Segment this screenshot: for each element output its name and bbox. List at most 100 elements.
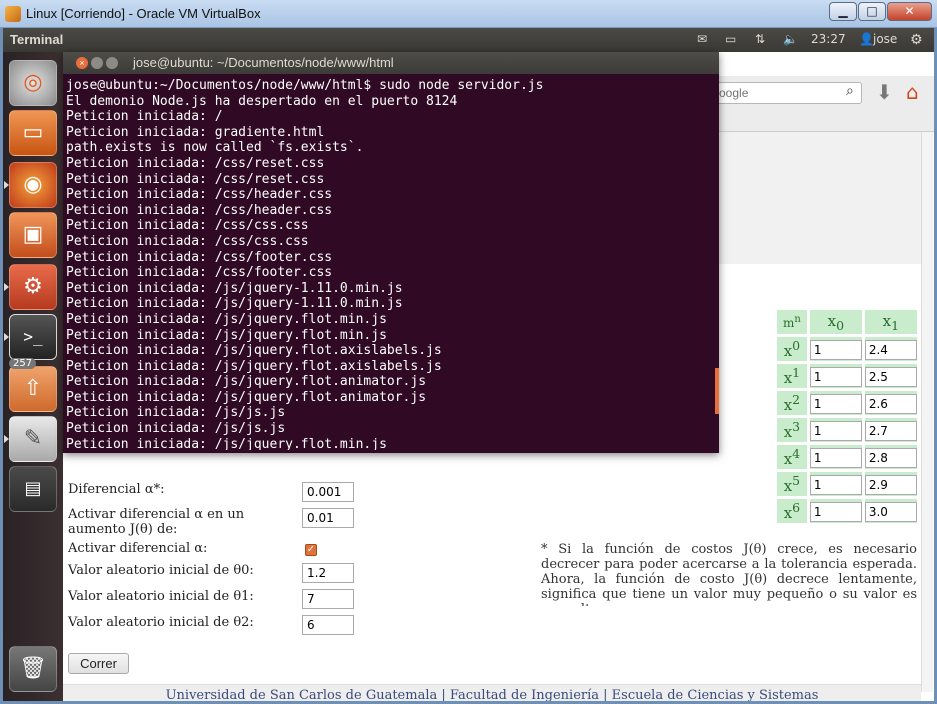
terminal-close-button[interactable]: × <box>76 57 88 69</box>
theta2-label: Valor aleatorio inicial de θ2: <box>68 615 254 630</box>
terminal-line: Peticion iniciada: /js/jquery.flot.min.j… <box>66 311 387 327</box>
theta1-input[interactable] <box>302 589 354 609</box>
clock[interactable]: 23:27 <box>811 32 846 46</box>
network-icon[interactable]: ⇅ <box>755 32 765 46</box>
matrix-cell[interactable] <box>809 339 862 360</box>
user-name[interactable]: jose <box>873 32 897 46</box>
matrix-cell[interactable] <box>809 474 862 495</box>
theta1-label: Valor aleatorio inicial de θ1: <box>68 589 254 604</box>
matrix-cell[interactable] <box>809 393 862 414</box>
software-center-icon[interactable]: ▣ <box>9 212 57 258</box>
user-icon: 👤 <box>859 32 874 46</box>
terminal-line: path.exists is now called `fs.exists`. <box>66 140 364 156</box>
matrix-corner: mn <box>777 310 807 334</box>
terminal-line: jose@ubuntu:~/Documentos/node/www/html$ … <box>66 78 544 93</box>
terminal-minimize-button[interactable] <box>91 57 103 69</box>
terminal-line: Peticion iniciada: /css/reset.css <box>66 155 325 171</box>
search-input[interactable] <box>714 82 862 104</box>
close-button[interactable]: ✕ <box>887 2 932 21</box>
terminal-titlebar[interactable]: × jose@ubuntu: ~/Documentos/node/www/htm… <box>63 52 719 74</box>
terminal-maximize-button[interactable] <box>106 57 118 69</box>
aumento-label: Activar diferencial α en un aumento J(θ)… <box>68 507 245 537</box>
maximize-button[interactable]: □ <box>858 2 886 21</box>
terminal-scrollbar[interactable] <box>715 368 719 414</box>
trash-icon[interactable]: 🗑 <box>9 646 57 692</box>
dash-home-icon[interactable]: ◎ <box>9 60 57 106</box>
top-panel: Terminal ✉ ▭ ⇅ 🔈 23:27 👤 jose ⚙ <box>3 28 934 52</box>
matrix-row-label: x3 <box>777 418 807 442</box>
terminal-line: Peticion iniciada: /js/jquery.flot.min.j… <box>66 327 387 343</box>
vertical-scrollbar[interactable] <box>921 132 933 692</box>
terminal-output[interactable]: jose@ubuntu:~/Documentos/node/www/html$ … <box>66 78 716 450</box>
terminal-line: Peticion iniciada: / <box>66 109 223 125</box>
theta2-input[interactable] <box>302 615 354 635</box>
matrix-cell[interactable] <box>864 339 917 360</box>
matrix-cell[interactable] <box>864 393 917 414</box>
terminal-line: Peticion iniciada: /css/footer.css <box>66 265 333 281</box>
workspace-switcher-icon[interactable]: ▤ <box>9 466 57 512</box>
terminal-line: Peticion iniciada: gradiente.html <box>66 124 325 140</box>
matrix-cell[interactable] <box>864 366 917 387</box>
matrix-row-label: x6 <box>777 499 807 523</box>
terminal-line: Peticion iniciada: /js/js.js <box>66 405 286 421</box>
settings-icon[interactable]: ⚙ <box>910 32 923 48</box>
matrix-cell[interactable] <box>809 447 862 468</box>
terminal-window[interactable]: × jose@ubuntu: ~/Documentos/node/www/htm… <box>63 52 719 453</box>
terminal-icon[interactable]: >_ <box>9 314 57 360</box>
update-manager-icon[interactable]: ⇧ <box>9 366 57 412</box>
cost-note: * Si la función de costos J(θ) crece, es… <box>541 542 917 606</box>
minimize-button[interactable]: ▁ <box>829 2 857 21</box>
mail-icon[interactable]: ✉ <box>697 32 707 46</box>
volume-icon[interactable]: 🔈 <box>783 32 798 46</box>
terminal-line: Peticion iniciada: /css/css.css <box>66 218 309 234</box>
matrix-cell[interactable] <box>864 501 917 522</box>
matrix-row-label: x4 <box>777 445 807 469</box>
matrix-header-x0: x0 <box>809 310 862 334</box>
terminal-line: Peticion iniciada: /js/js.js <box>66 421 286 437</box>
diff-alpha-label: Diferencial α*: <box>68 482 165 497</box>
firefox-icon[interactable]: ◉ <box>9 162 57 208</box>
update-badge: 257 <box>9 358 37 369</box>
matrix-cell[interactable] <box>809 420 862 441</box>
download-icon[interactable]: ⬇ <box>876 80 893 104</box>
diff-alpha-input[interactable] <box>302 482 354 502</box>
battery-icon[interactable]: ▭ <box>725 32 736 46</box>
home-icon[interactable]: ⌂ <box>906 80 919 104</box>
running-indicator <box>4 435 9 443</box>
matrix-cell[interactable] <box>809 366 862 387</box>
matrix-cell[interactable] <box>809 501 862 522</box>
terminal-line: Peticion iniciada: /css/footer.css <box>66 249 333 265</box>
vm-screen: Terminal ✉ ▭ ⇅ 🔈 23:27 👤 jose ⚙ ◎ ▭ ◉ ▣ … <box>3 28 934 701</box>
activar-diff-checkbox[interactable]: ✓ <box>305 544 317 556</box>
terminal-line: Peticion iniciada: /js/jquery.flot.min.j… <box>66 436 387 450</box>
virtualbox-icon <box>5 6 21 22</box>
matrix-cell[interactable] <box>864 447 917 468</box>
terminal-line: Peticion iniciada: /css/header.css <box>66 202 333 218</box>
matrix-cell[interactable] <box>864 420 917 441</box>
terminal-line: Peticion iniciada: /css/reset.css <box>66 171 325 187</box>
terminal-line: El demonio Node.js ha despertado en el p… <box>66 93 458 109</box>
system-settings-icon[interactable]: ⚙ <box>9 264 57 310</box>
files-icon[interactable]: ▭ <box>9 110 57 156</box>
matrix-row-label: x1 <box>777 364 807 388</box>
search-icon[interactable]: ⌕ <box>846 83 854 99</box>
active-app-name: Terminal <box>10 32 64 47</box>
run-button[interactable]: Correr <box>68 653 129 674</box>
page-footer: Universidad de San Carlos de Guatemala |… <box>63 684 921 701</box>
terminal-line: Peticion iniciada: /css/css.css <box>66 233 309 249</box>
terminal-line: Peticion iniciada: /js/jquery-1.11.0.min… <box>66 280 403 296</box>
terminal-line: Peticion iniciada: /js/jquery.flot.axisl… <box>66 343 442 359</box>
terminal-line: Peticion iniciada: /css/header.css <box>66 187 333 203</box>
theta0-label: Valor aleatorio inicial de θ0: <box>68 563 254 578</box>
terminal-line: Peticion iniciada: /js/jquery.flot.anima… <box>66 374 427 390</box>
theta0-input[interactable] <box>302 563 354 583</box>
running-indicator <box>4 181 9 189</box>
matrix-row-label: x0 <box>777 337 807 361</box>
matrix-row-label: x5 <box>777 472 807 496</box>
terminal-title: jose@ubuntu: ~/Documentos/node/www/html <box>133 55 394 70</box>
terminal-line: Peticion iniciada: /js/jquery.flot.anima… <box>66 389 427 405</box>
window-title: Linux [Corriendo] - Oracle VM VirtualBox <box>26 6 261 21</box>
aumento-input[interactable] <box>302 508 354 528</box>
matrix-cell[interactable] <box>864 474 917 495</box>
text-editor-icon[interactable]: ✎ <box>9 416 57 462</box>
